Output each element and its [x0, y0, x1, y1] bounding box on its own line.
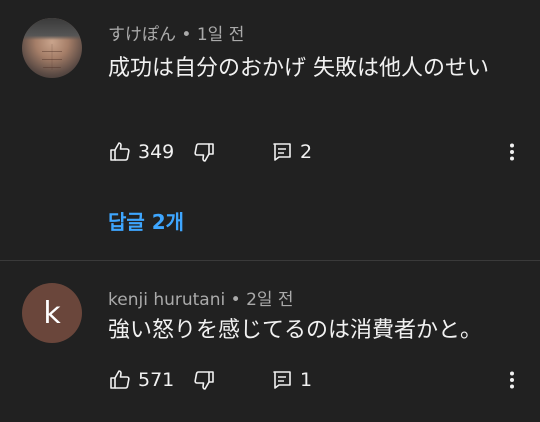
more-options-button[interactable]: [504, 365, 520, 395]
author-name[interactable]: すけぽん: [108, 25, 176, 45]
view-replies-button[interactable]: 답글 2개: [108, 206, 184, 235]
comment-actions: 349 2: [108, 137, 528, 167]
reply-icon: [270, 140, 294, 164]
thumbs-up-icon: [108, 140, 132, 164]
comment-text: 成功は自分のおかげ 失敗は他人のせい: [108, 56, 489, 81]
reply-count: 1: [300, 369, 313, 391]
author-name[interactable]: kenji hurutani: [108, 290, 225, 310]
avatar-torso: [42, 44, 62, 70]
comment-meta: すけぽん • 1일 전: [108, 20, 244, 45]
comment-1: すけぽん • 1일 전 成功は自分のおかげ 失敗は他人のせい 349 2 답글 …: [0, 0, 540, 260]
like-count: 349: [138, 141, 175, 163]
reply-button[interactable]: 2: [270, 137, 312, 167]
reply-button[interactable]: 1: [270, 365, 312, 395]
comment-time[interactable]: 1일 전: [197, 25, 245, 45]
comment-2: k kenji hurutani • 2일 전 強い怒りを感じてるのは消費者かと…: [0, 261, 540, 422]
meta-separator: •: [225, 290, 247, 310]
like-button[interactable]: 571: [108, 365, 174, 395]
avatar[interactable]: [22, 18, 82, 78]
meta-separator: •: [176, 25, 197, 45]
comment-actions: 571 1: [108, 365, 528, 395]
avatar-shirt: [22, 18, 82, 40]
comment-text: 強い怒りを感じてるのは消費者かと。: [108, 318, 483, 343]
comment-meta: kenji hurutani • 2일 전: [108, 285, 294, 310]
thumbs-down-icon: [192, 368, 216, 392]
thumbs-down-icon: [192, 140, 216, 164]
reply-count: 2: [300, 141, 313, 163]
avatar-letter: k: [43, 295, 61, 331]
more-vert-icon: [504, 368, 520, 392]
thumbs-up-icon: [108, 368, 132, 392]
dislike-button[interactable]: [192, 365, 216, 395]
reply-icon: [270, 368, 294, 392]
more-options-button[interactable]: [504, 137, 520, 167]
like-button[interactable]: 349: [108, 137, 174, 167]
more-vert-icon: [504, 140, 520, 164]
like-count: 571: [138, 369, 175, 391]
comment-time[interactable]: 2일 전: [246, 290, 294, 310]
avatar[interactable]: k: [22, 283, 82, 343]
dislike-button[interactable]: [192, 137, 216, 167]
